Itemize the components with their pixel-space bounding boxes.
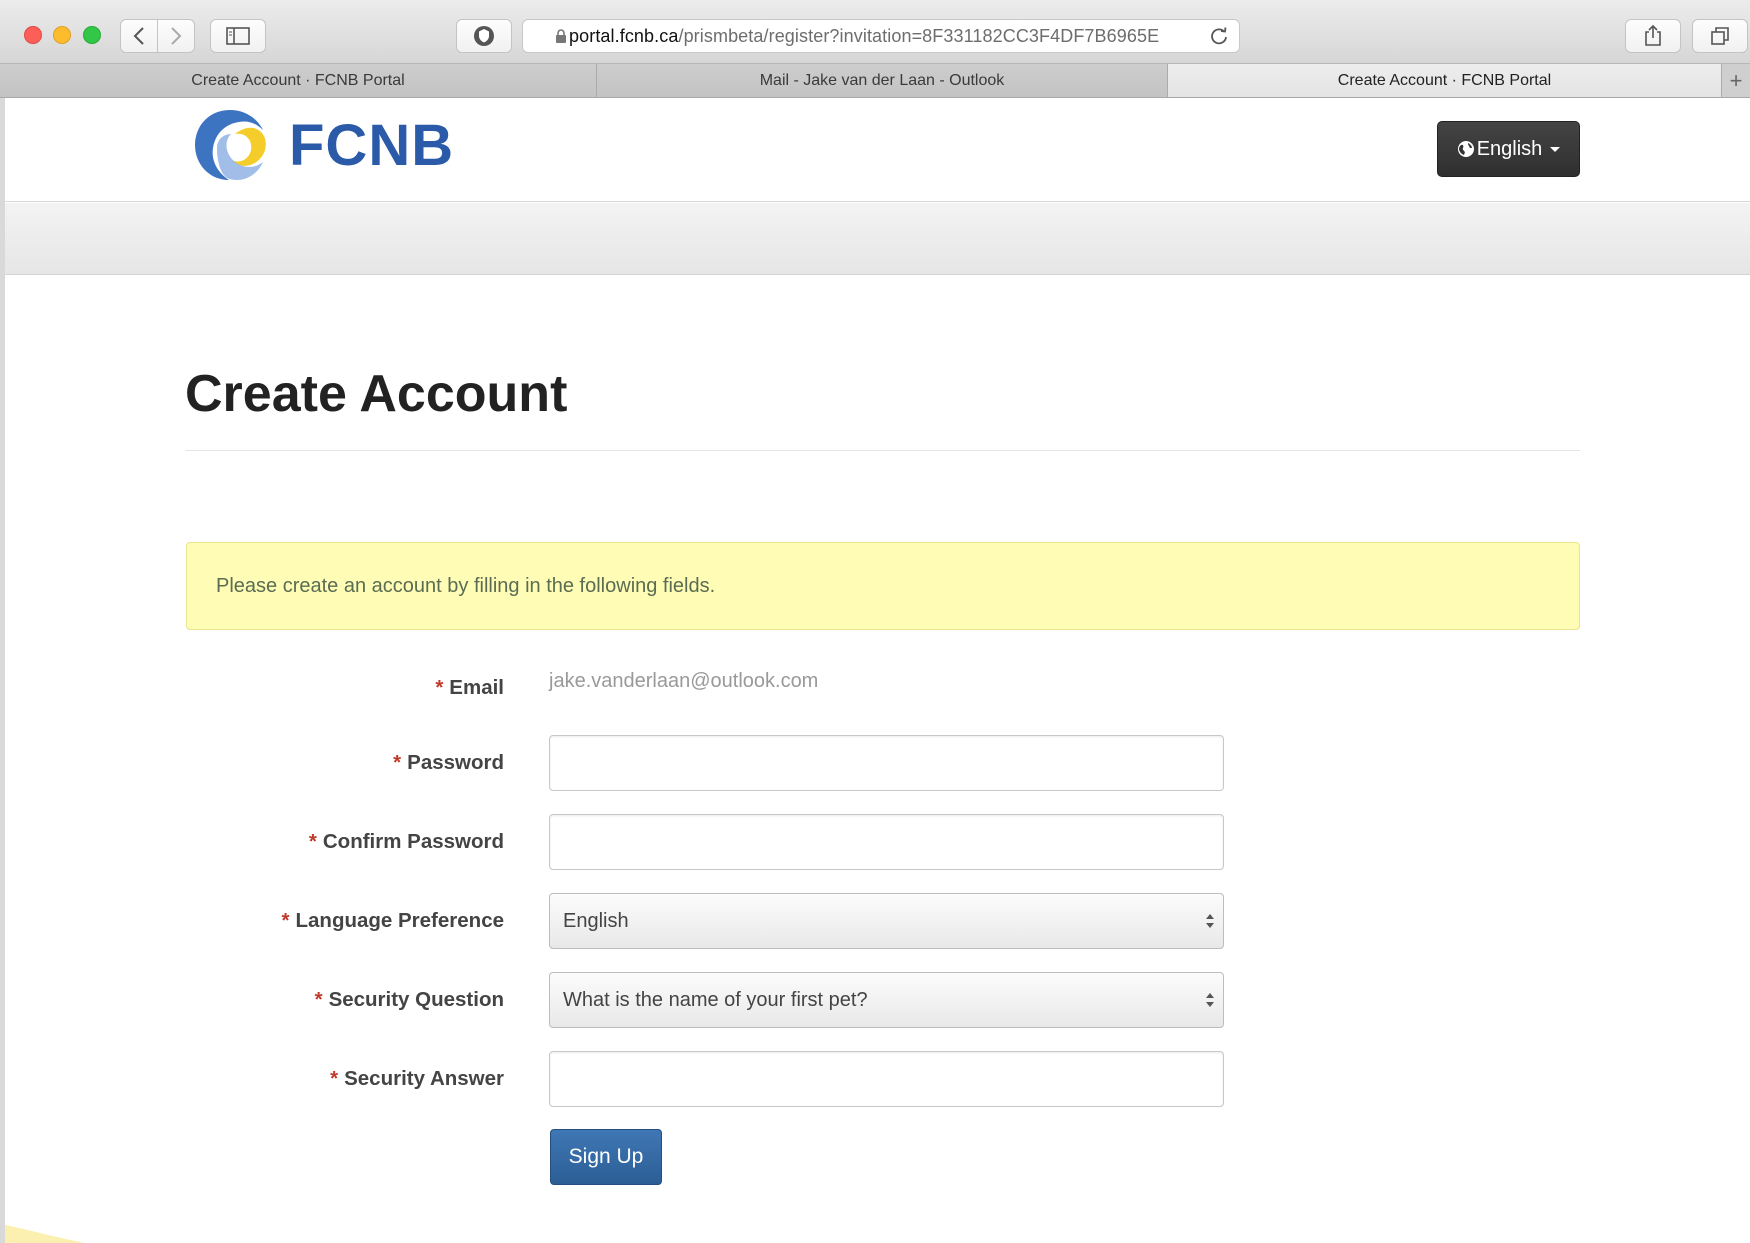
select-arrows-icon — [1206, 993, 1214, 1007]
sidebar-icon — [226, 27, 250, 45]
email-value: jake.vanderlaan@outlook.com — [549, 670, 819, 692]
confirm-password-label: * Confirm Password — [134, 830, 504, 854]
tab-label: Create Account · FCNB Portal — [191, 71, 405, 89]
fcnb-logo[interactable]: FCNB — [187, 102, 454, 188]
address-bar[interactable]: portal.fcnb.ca/prismbeta/register?invita… — [522, 19, 1240, 53]
site-header: FCNB English — [5, 98, 1750, 202]
language-dropdown-button[interactable]: English — [1437, 121, 1580, 177]
reload-icon[interactable] — [1209, 26, 1229, 46]
zoom-window-button[interactable] — [83, 26, 101, 44]
password-label-text: Password — [407, 751, 504, 774]
select-arrows-icon — [1206, 914, 1214, 928]
required-marker: * — [314, 988, 323, 1011]
password-label: * Password — [134, 751, 504, 775]
language-button-label: English — [1476, 137, 1543, 160]
tab-create-account-2[interactable]: Create Account · FCNB Portal — [1168, 64, 1722, 97]
caret-down-icon — [1550, 146, 1561, 152]
security-question-select[interactable]: What is the name of your first pet? — [549, 972, 1224, 1028]
required-marker: * — [281, 909, 290, 932]
shield-icon — [474, 26, 494, 46]
sidebar-toggle-button[interactable] — [210, 19, 266, 53]
tab-label: Mail - Jake van der Laan - Outlook — [759, 71, 1005, 89]
confirm-password-label-text: Confirm Password — [322, 830, 504, 853]
globe-icon — [1457, 141, 1474, 157]
required-marker: * — [435, 676, 444, 699]
security-answer-label-text: Security Answer — [344, 1067, 504, 1090]
email-label: * Email — [134, 676, 504, 700]
security-question-label: * Security Question — [134, 988, 504, 1012]
tab-create-account-1[interactable]: Create Account · FCNB Portal — [0, 64, 597, 97]
new-tab-button[interactable]: + — [1722, 64, 1750, 97]
close-window-button[interactable] — [24, 26, 42, 44]
privacy-report-button[interactable] — [456, 19, 512, 53]
share-button[interactable] — [1625, 19, 1681, 53]
title-divider — [185, 450, 1580, 451]
minimize-window-button[interactable] — [53, 26, 71, 44]
lock-icon — [556, 29, 566, 43]
tabs-icon — [1711, 27, 1729, 45]
required-marker: * — [330, 1067, 339, 1090]
tab-overview-button[interactable] — [1692, 19, 1748, 53]
forward-button[interactable] — [157, 19, 195, 53]
url-text: portal.fcnb.ca/prismbeta/register?invita… — [569, 25, 1160, 46]
security-answer-label: * Security Answer — [134, 1067, 504, 1091]
language-preference-label: * Language Preference — [134, 909, 504, 933]
tab-label: Create Account · FCNB Portal — [1337, 71, 1552, 89]
fcnb-logo-icon — [195, 110, 266, 181]
tab-bar: Create Account · FCNB Portal Mail - Jake… — [0, 64, 1750, 98]
browser-toolbar: portal.fcnb.ca/prismbeta/register?invita… — [0, 0, 1750, 64]
security-question-value: What is the name of your first pet? — [563, 988, 868, 1011]
language-preference-value: English — [563, 909, 629, 932]
password-field[interactable] — [549, 735, 1224, 791]
language-preference-label-text: Language Preference — [295, 909, 505, 932]
alert-text: Please create an account by filling in t… — [216, 574, 716, 597]
info-alert: Please create an account by filling in t… — [186, 542, 1580, 630]
chevron-left-icon — [133, 27, 144, 45]
required-marker: * — [308, 830, 317, 853]
security-answer-field[interactable] — [549, 1051, 1224, 1107]
logo-text: FCNB — [289, 112, 455, 178]
chevron-right-icon — [171, 27, 182, 45]
confirm-password-field[interactable] — [549, 814, 1224, 870]
nav-bar — [5, 203, 1750, 275]
language-preference-select[interactable]: English — [549, 893, 1224, 949]
back-button[interactable] — [120, 19, 158, 53]
email-label-text: Email — [449, 676, 504, 699]
security-question-label-text: Security Question — [328, 988, 504, 1011]
tab-outlook-mail[interactable]: Mail - Jake van der Laan - Outlook — [597, 64, 1168, 97]
page-content: FCNB English Create Account Please creat… — [5, 98, 1750, 1243]
required-marker: * — [393, 751, 402, 774]
plus-icon: + — [1729, 67, 1743, 93]
page-title: Create Account — [185, 365, 568, 423]
decorative-corner-shape — [5, 1225, 85, 1243]
share-icon — [1645, 25, 1661, 46]
sign-up-button[interactable]: Sign Up — [550, 1129, 662, 1185]
